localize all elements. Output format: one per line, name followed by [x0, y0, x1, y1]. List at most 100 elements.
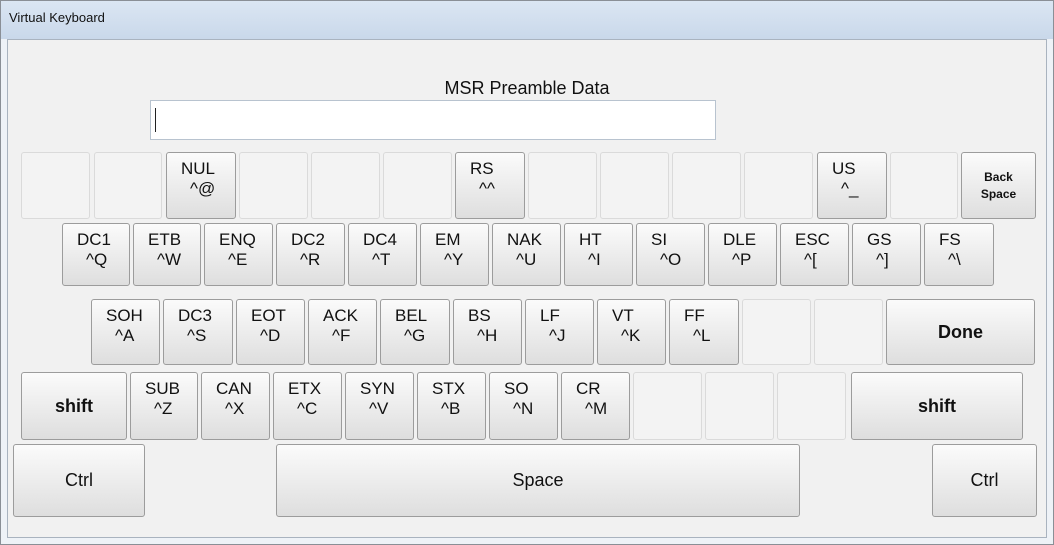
key-blank[interactable] [633, 372, 702, 440]
key-name: ESC [795, 230, 830, 249]
key-sub[interactable]: SUB ^Z [130, 372, 198, 440]
key-fs[interactable]: FS ^\ [924, 223, 994, 286]
key-shortcut: ^U [516, 250, 537, 269]
key-shortcut: ^H [477, 326, 498, 345]
key-name: EOT [251, 306, 286, 325]
key-label: Ctrl [65, 470, 93, 490]
key-blank[interactable] [21, 152, 90, 219]
key-shortcut: ^^ [479, 179, 495, 198]
key-blank[interactable] [94, 152, 162, 219]
key-name: US [832, 159, 856, 178]
key-blank[interactable] [744, 152, 813, 219]
key-name: SOH [106, 306, 143, 325]
ctrl-right-key[interactable]: Ctrl [932, 444, 1037, 517]
key-dc1[interactable]: DC1 ^Q [62, 223, 130, 286]
key-blank[interactable] [528, 152, 597, 219]
key-shortcut: ^] [876, 250, 889, 269]
key-rs[interactable]: RS ^^ [455, 152, 525, 219]
key-blank[interactable] [705, 372, 774, 440]
key-name: SI [651, 230, 668, 249]
key-ht[interactable]: HT ^I [564, 223, 633, 286]
text-caret [155, 108, 156, 132]
key-bs[interactable]: BS ^H [453, 299, 522, 365]
key-lf[interactable]: LF ^J [525, 299, 594, 365]
key-name: ACK [323, 306, 358, 325]
title-bar: Virtual Keyboard [1, 1, 1053, 39]
field-label: MSR Preamble Data [444, 78, 610, 98]
key-name: HT [579, 230, 602, 249]
key-name: CR [576, 379, 601, 398]
space-key[interactable]: Space [276, 444, 800, 517]
key-us[interactable]: US ^_ [817, 152, 887, 219]
key-ff[interactable]: FF ^L [669, 299, 739, 365]
key-shortcut: ^C [297, 399, 318, 418]
done-button[interactable]: Done [886, 299, 1035, 365]
key-name: DC2 [291, 230, 326, 249]
key-dc2[interactable]: DC2 ^R [276, 223, 345, 286]
key-soh[interactable]: SOH ^A [91, 299, 160, 365]
key-blank[interactable] [600, 152, 669, 219]
key-blank[interactable] [814, 299, 883, 365]
key-blank[interactable] [311, 152, 380, 219]
key-blank[interactable] [239, 152, 308, 219]
shift-left-key[interactable]: shift [21, 372, 127, 440]
key-shortcut: ^O [660, 250, 682, 269]
key-eot[interactable]: EOT ^D [236, 299, 305, 365]
key-vt[interactable]: VT ^K [597, 299, 666, 365]
key-blank[interactable] [777, 372, 846, 440]
key-shortcut: ^@ [190, 179, 216, 198]
key-dc4[interactable]: DC4 ^T [348, 223, 417, 286]
key-blank[interactable] [742, 299, 811, 365]
msr-preamble-input[interactable] [150, 100, 716, 140]
key-ack[interactable]: ACK ^F [308, 299, 377, 365]
key-name: NAK [507, 230, 542, 249]
key-label: Done [938, 321, 983, 342]
key-label: Space [512, 470, 564, 490]
key-esc[interactable]: ESC ^[ [780, 223, 849, 286]
key-shortcut: ^T [372, 250, 391, 269]
key-shortcut: ^Y [444, 250, 464, 269]
key-nak[interactable]: NAK ^U [492, 223, 561, 286]
key-can[interactable]: CAN ^X [201, 372, 270, 440]
key-bel[interactable]: BEL ^G [380, 299, 450, 365]
key-gs[interactable]: GS ^] [852, 223, 921, 286]
key-nul[interactable]: NUL ^@ [166, 152, 236, 219]
key-dle[interactable]: DLE ^P [708, 223, 777, 286]
key-si[interactable]: SI ^O [636, 223, 705, 286]
key-shortcut: ^M [585, 399, 608, 418]
key-name: RS [470, 159, 494, 178]
key-name: NUL [181, 159, 216, 178]
key-name: STX [432, 379, 466, 398]
key-label: shift [55, 395, 93, 416]
key-shortcut: ^X [225, 399, 245, 418]
key-shortcut: ^P [732, 250, 752, 269]
key-enq[interactable]: ENQ ^E [204, 223, 273, 286]
key-name: DC1 [77, 230, 112, 249]
backspace-key[interactable]: Back Space [961, 152, 1036, 219]
key-so[interactable]: SO ^N [489, 372, 558, 440]
ctrl-left-key[interactable]: Ctrl [13, 444, 145, 517]
key-blank[interactable] [672, 152, 741, 219]
key-em[interactable]: EM ^Y [420, 223, 489, 286]
key-shortcut: ^\ [948, 250, 961, 269]
key-stx[interactable]: STX ^B [417, 372, 486, 440]
key-name: EM [435, 230, 461, 249]
key-blank[interactable] [890, 152, 958, 219]
key-cr[interactable]: CR ^M [561, 372, 630, 440]
key-shortcut: ^A [115, 326, 135, 345]
shift-right-key[interactable]: shift [851, 372, 1023, 440]
key-etb[interactable]: ETB ^W [133, 223, 201, 286]
key-etx[interactable]: ETX ^C [273, 372, 342, 440]
key-name: LF [540, 306, 560, 325]
key-shortcut: ^K [621, 326, 641, 345]
key-name: ETX [288, 379, 322, 398]
key-dc3[interactable]: DC3 ^S [163, 299, 233, 365]
key-syn[interactable]: SYN ^V [345, 372, 414, 440]
key-name: DLE [723, 230, 757, 249]
key-name: SO [504, 379, 529, 398]
key-shortcut: ^V [369, 399, 389, 418]
keyboard-panel: MSR Preamble Data NUL ^@ RS ^^ US ^_ Bac… [7, 39, 1047, 538]
key-name: BEL [395, 306, 428, 325]
key-shortcut: ^G [404, 326, 426, 345]
key-blank[interactable] [383, 152, 452, 219]
